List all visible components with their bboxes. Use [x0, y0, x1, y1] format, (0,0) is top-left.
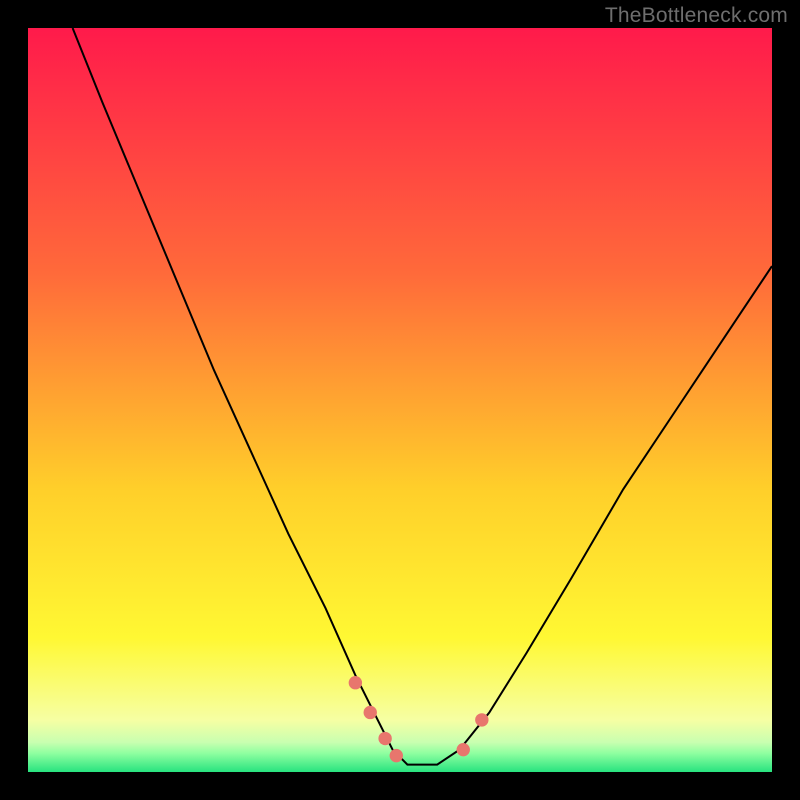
bottleneck-curve-svg	[28, 28, 772, 772]
bottleneck-line	[73, 28, 772, 765]
chart-frame: TheBottleneck.com	[0, 0, 800, 800]
curve-marker	[475, 713, 488, 726]
chart-plot-area	[28, 28, 772, 772]
curve-marker	[378, 732, 391, 745]
curve-marker	[349, 676, 362, 689]
attribution-label: TheBottleneck.com	[605, 4, 788, 28]
curve-marker	[390, 749, 403, 762]
curve-marker	[457, 743, 470, 756]
curve-marker-group	[349, 676, 489, 762]
curve-marker	[364, 706, 377, 719]
